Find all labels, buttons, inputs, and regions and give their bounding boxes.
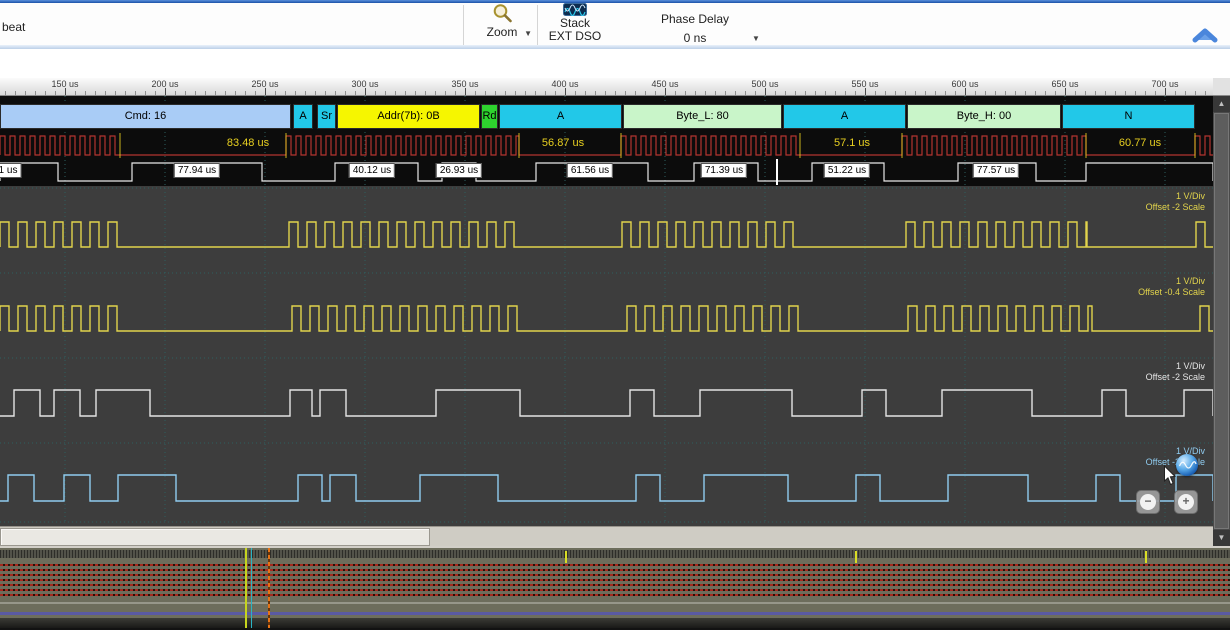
ruler-tick-mark xyxy=(965,88,966,95)
overview-marker-tick xyxy=(1145,551,1147,563)
timeline-ruler[interactable]: 150 us200 us250 us300 us350 us400 us450 … xyxy=(0,78,1213,96)
horizontal-scrollbar-thumb[interactable] xyxy=(0,528,430,546)
vertical-scrollbar-thumb[interactable] xyxy=(1214,113,1229,529)
protocol-segment-sr[interactable]: Sr xyxy=(317,104,336,129)
overview-cursor-cyan[interactable] xyxy=(251,548,252,628)
overview-cursor-yellow[interactable] xyxy=(245,548,247,628)
scroll-down-button[interactable]: ▼ xyxy=(1213,530,1230,546)
capture-overview-bar[interactable] xyxy=(0,548,1230,628)
protocol-segment-addr-7b-0b[interactable]: Addr(7b): 0B xyxy=(337,104,480,129)
magnifier-icon xyxy=(492,3,514,24)
stack-dso-icon xyxy=(563,3,587,16)
ruler-tick-mark xyxy=(1065,88,1066,95)
zoom-in-float-button[interactable]: + xyxy=(1174,490,1198,514)
ruler-tick-mark xyxy=(565,88,566,95)
overview-data-row xyxy=(0,574,1230,576)
toolbar-separator xyxy=(537,5,538,45)
minus-icon: − xyxy=(1140,494,1156,510)
phase-delay-value[interactable]: 0 ns xyxy=(645,31,745,45)
dso-float-icon[interactable] xyxy=(1176,454,1198,476)
overview-purple-track xyxy=(0,612,1230,615)
ruler-tick-mark xyxy=(1165,88,1166,95)
ruler-corner xyxy=(1213,78,1230,96)
dso-sphere-wave-icon xyxy=(1176,454,1198,476)
overview-gray-track xyxy=(0,602,1230,604)
waveform-canvas xyxy=(0,96,1213,526)
waveform-area[interactable]: Cmd: 16ASrAddr(7b): 0BRdAByte_L: 80AByte… xyxy=(0,96,1213,526)
protocol-segment-rd[interactable]: Rd xyxy=(481,104,498,129)
toolbar-separator xyxy=(463,5,464,45)
clock-digital-trace xyxy=(0,136,1213,155)
zoom-out-float-button[interactable]: − xyxy=(1136,490,1160,514)
mouse-cursor-icon xyxy=(1163,465,1177,486)
ribbon-toolbar: beat Zoom ▼ Stack EXT DSO Phase Delay 0 … xyxy=(0,3,1230,45)
horizontal-scrollbar[interactable] xyxy=(0,526,1213,546)
protocol-segment-byte-l-80[interactable]: Byte_L: 80 xyxy=(623,104,782,129)
ruler-tick-mark xyxy=(365,88,366,95)
ruler-tick-mark xyxy=(165,88,166,95)
protocol-segment-a[interactable]: A xyxy=(783,104,906,129)
overview-data-row xyxy=(0,584,1230,586)
protocol-segment-byte-h-00[interactable]: Byte_H: 00 xyxy=(907,104,1061,129)
ruler-tick-mark xyxy=(665,88,666,95)
vertical-scrollbar[interactable]: ▲ ▼ xyxy=(1213,96,1230,546)
phase-delay-dropdown-icon[interactable]: ▼ xyxy=(752,34,760,43)
ruler-tick-mark xyxy=(265,88,266,95)
phase-delay-control[interactable]: Phase Delay 0 ns xyxy=(645,3,745,45)
overview-marker-tick xyxy=(855,551,857,563)
channel-trace-ch3 xyxy=(0,390,1213,416)
overview-data-row xyxy=(0,589,1230,591)
stack-label-line1: Stack xyxy=(543,16,607,30)
protocol-segment-a[interactable]: A xyxy=(293,104,313,129)
channel-trace-ch1 xyxy=(0,222,1213,247)
channel-trace-ch2 xyxy=(0,306,1213,331)
overview-position-cursor[interactable] xyxy=(268,548,270,628)
zoom-label: Zoom xyxy=(478,25,526,39)
overview-data-row xyxy=(0,569,1230,571)
protocol-segment-a[interactable]: A xyxy=(499,104,622,129)
phase-delay-label: Phase Delay xyxy=(645,12,745,26)
ruler-tick-mark xyxy=(465,88,466,95)
overview-data-row xyxy=(0,594,1230,596)
overview-data-row xyxy=(0,564,1230,566)
protocol-segment-cmd-16[interactable]: Cmd: 16 xyxy=(0,104,291,129)
protocol-segment-n[interactable]: N xyxy=(1062,104,1195,129)
ruler-tick-mark xyxy=(765,88,766,95)
overview-marker-tick xyxy=(565,551,567,563)
protocol-row: Cmd: 16ASrAddr(7b): 0BRdAByte_L: 80AByte… xyxy=(0,104,1213,129)
ruler-tick-mark xyxy=(865,88,866,95)
scroll-up-button[interactable]: ▲ xyxy=(1213,96,1230,112)
overview-mini-track xyxy=(0,550,1230,558)
plus-icon: + xyxy=(1178,494,1194,510)
toolbar-bottom-border xyxy=(0,45,1230,49)
ruler-tick-mark xyxy=(65,88,66,95)
repeat-label[interactable]: beat xyxy=(2,20,25,34)
channel-trace-ch4 xyxy=(0,475,1213,501)
zoom-chevron-down-icon[interactable]: ▼ xyxy=(524,29,532,38)
stack-ext-dso-button[interactable]: Stack EXT DSO xyxy=(543,3,607,45)
overview-data-row xyxy=(0,579,1230,581)
data-digital-trace xyxy=(0,163,1213,181)
zoom-tool-button[interactable]: Zoom ▼ xyxy=(478,3,534,45)
collapse-ribbon-button[interactable] xyxy=(1190,27,1220,45)
overview-bottom-shade xyxy=(0,618,1230,628)
stack-label-line2: EXT DSO xyxy=(543,29,607,43)
